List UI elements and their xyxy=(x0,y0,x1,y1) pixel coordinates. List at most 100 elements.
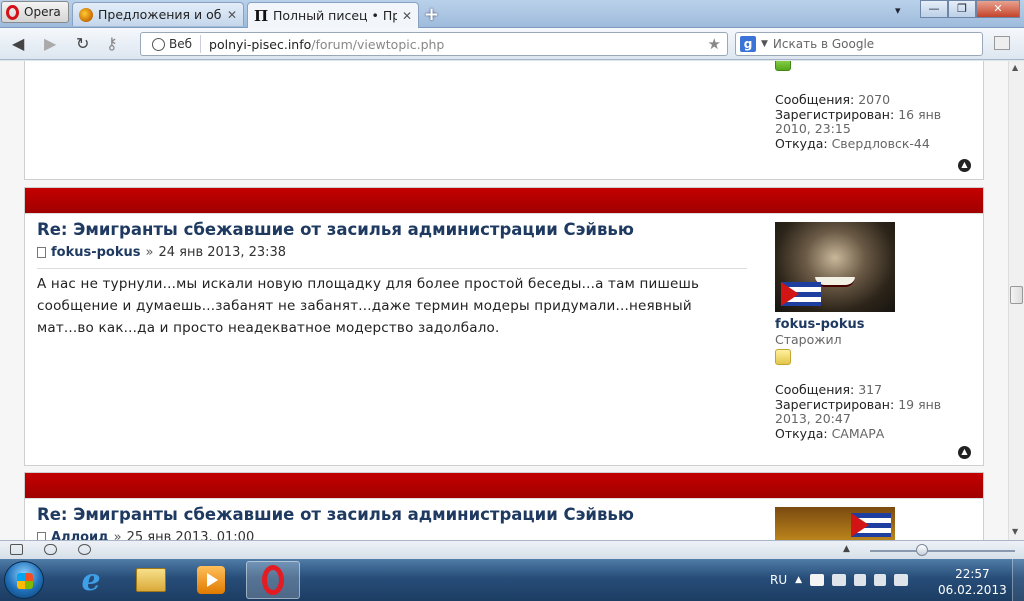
url-host: polnyi-pisec.info xyxy=(209,36,312,52)
search-field[interactable]: g ▼ Искать в Google xyxy=(735,32,983,56)
post-icon[interactable] xyxy=(37,247,46,258)
start-button[interactable] xyxy=(4,561,44,599)
post-author[interactable]: Аллоид xyxy=(51,530,109,540)
internet-explorer-button[interactable]: e xyxy=(64,561,118,599)
post-header-bar xyxy=(25,473,983,499)
post-icon[interactable] xyxy=(37,532,46,540)
signal-bars-icon[interactable] xyxy=(874,574,887,586)
back-to-top-icon[interactable]: ▲ xyxy=(958,446,971,459)
folder-icon xyxy=(136,568,166,592)
bookmark-star-icon[interactable]: ★ xyxy=(708,35,727,53)
search-placeholder: Искать в Google xyxy=(772,37,875,51)
new-tab-button[interactable]: + xyxy=(424,4,439,25)
author-profile xyxy=(775,507,965,540)
key-icon[interactable]: ⚷ xyxy=(106,34,118,53)
url-path: /forum/viewtopic.php xyxy=(311,36,445,52)
web-badge[interactable]: Веб xyxy=(144,35,202,53)
clock-date: 06.02.2013 xyxy=(938,583,1007,597)
explorer-button[interactable] xyxy=(124,561,178,599)
panel-toggle-icon[interactable] xyxy=(10,544,23,555)
user-avatar[interactable] xyxy=(775,222,895,312)
page-viewport: Сообщения: 2070 Зарегистрирован: 16 янв … xyxy=(0,61,1008,540)
language-indicator[interactable]: RU xyxy=(770,573,787,587)
avatar-face xyxy=(815,277,855,287)
author-profile: fokus-pokus Старожил Сообщения: 317 Заре… xyxy=(775,222,965,441)
clock[interactable]: 22:57 06.02.2013 xyxy=(938,566,1007,598)
zoom-slider-knob[interactable] xyxy=(916,544,928,556)
forum-post: Сообщения: 2070 Зарегистрирован: 16 янв … xyxy=(24,61,984,180)
post-meta: Аллоид » 25 янв 2013, 01:00 xyxy=(37,530,254,540)
back-to-top-icon[interactable]: ▲ xyxy=(958,159,971,172)
google-icon[interactable]: g xyxy=(740,36,756,52)
media-player-icon xyxy=(197,566,225,594)
scroll-down-icon[interactable]: ▼ xyxy=(1012,527,1018,536)
tab-close-icon[interactable]: ✕ xyxy=(402,9,412,23)
turbo-icon[interactable] xyxy=(78,544,91,555)
tab-title: Предложения и обсу... xyxy=(98,7,222,22)
show-desktop-button[interactable] xyxy=(1012,559,1024,601)
url-text[interactable]: polnyi-pisec.info/forum/viewtopic.php xyxy=(201,37,708,52)
url-field[interactable]: Веб polnyi-pisec.info/forum/viewtopic.ph… xyxy=(140,32,728,56)
tab-close-icon[interactable]: ✕ xyxy=(227,8,237,22)
forum-post: Re: Эмигранты сбежавшие от засилья админ… xyxy=(24,187,984,466)
opera-menu-button[interactable]: Opera xyxy=(1,1,69,23)
tab-current-topic[interactable]: П Полный писец • Прос... ✕ xyxy=(247,2,419,28)
post-author[interactable]: fokus-pokus xyxy=(51,245,141,260)
tab-title: Полный писец • Прос... xyxy=(273,8,397,23)
forum-post: Re: Эмигранты сбежавшие от засилья админ… xyxy=(24,472,984,540)
media-player-button[interactable] xyxy=(184,561,238,599)
action-center-flag-icon[interactable] xyxy=(810,574,825,586)
clock-time: 22:57 xyxy=(955,567,990,581)
meta-separator: » xyxy=(145,245,154,260)
location-label: Откуда: xyxy=(775,135,828,151)
post-title[interactable]: Re: Эмигранты сбежавшие от засилья админ… xyxy=(37,505,634,524)
panel-toggle-icon[interactable] xyxy=(994,36,1010,50)
windows-taskbar: e RU ▲ 22:57 06.02.2013 xyxy=(0,559,1024,601)
globe-icon xyxy=(152,37,165,51)
back-arrow-icon[interactable]: ◀ xyxy=(12,34,24,53)
address-toolbar: ◀ ▶ ↻ ⚷ Веб polnyi-pisec.info/forum/view… xyxy=(0,28,1024,60)
post-date: 24 янв 2013, 23:38 xyxy=(158,245,287,260)
volume-icon[interactable] xyxy=(894,574,909,586)
profile-username[interactable]: fokus-pokus xyxy=(775,317,965,333)
show-hidden-icons-icon[interactable]: ▲ xyxy=(795,575,802,585)
window-controls: — ❐ ✕ xyxy=(920,0,1020,18)
close-window-button[interactable]: ✕ xyxy=(976,0,1020,18)
posts-count-label: Сообщения: xyxy=(775,92,855,107)
rank-icon xyxy=(775,349,791,365)
cuba-flag-icon xyxy=(851,513,891,537)
user-avatar[interactable] xyxy=(775,507,895,540)
scroll-up-icon[interactable]: ▲ xyxy=(1012,63,1018,72)
opera-icon xyxy=(262,565,284,595)
zoom-slider-track[interactable] xyxy=(870,550,1015,552)
rank-icon xyxy=(775,61,791,71)
opera-taskbar-button[interactable] xyxy=(246,561,300,599)
scrollbar-thumb[interactable] xyxy=(1010,286,1023,304)
opera-unite-cloud-icon[interactable] xyxy=(44,544,57,555)
tab-menu-icon[interactable]: ▾ xyxy=(895,4,901,17)
registered-label: Зарегистрирован: xyxy=(775,396,895,412)
search-engine-dropdown-icon[interactable]: ▼ xyxy=(761,39,768,49)
location-label: Откуда: xyxy=(775,425,828,441)
maximize-button[interactable]: ❐ xyxy=(948,0,976,18)
posts-count-label: Сообщения: xyxy=(775,382,855,397)
post-title[interactable]: Re: Эмигранты сбежавшие от засилья админ… xyxy=(37,220,634,239)
location-value: Свердловск-44 xyxy=(831,135,930,151)
minimize-button[interactable]: — xyxy=(920,0,948,18)
tab-suggestions[interactable]: Предложения и обсу... ✕ xyxy=(72,2,244,26)
registered-label: Зарегистрирован: xyxy=(775,106,895,122)
network-icon[interactable] xyxy=(854,574,867,586)
zoom-menu-icon[interactable]: ▲ xyxy=(843,544,850,554)
reload-icon[interactable]: ↻ xyxy=(76,34,89,53)
opera-logo-icon xyxy=(6,4,19,20)
vertical-scrollbar[interactable]: ▲ ▼ xyxy=(1008,61,1024,540)
user-rank: Старожил xyxy=(775,331,842,347)
cuba-flag-icon xyxy=(781,282,821,306)
forward-arrow-icon[interactable]: ▶ xyxy=(44,34,56,53)
device-icon[interactable] xyxy=(832,574,847,586)
author-profile: Сообщения: 2070 Зарегистрирован: 16 янв … xyxy=(775,61,965,151)
location-value: САМАРА xyxy=(831,425,885,441)
post-header-bar xyxy=(25,188,983,214)
posts-count-value: 317 xyxy=(858,382,883,397)
post-divider xyxy=(37,268,747,269)
